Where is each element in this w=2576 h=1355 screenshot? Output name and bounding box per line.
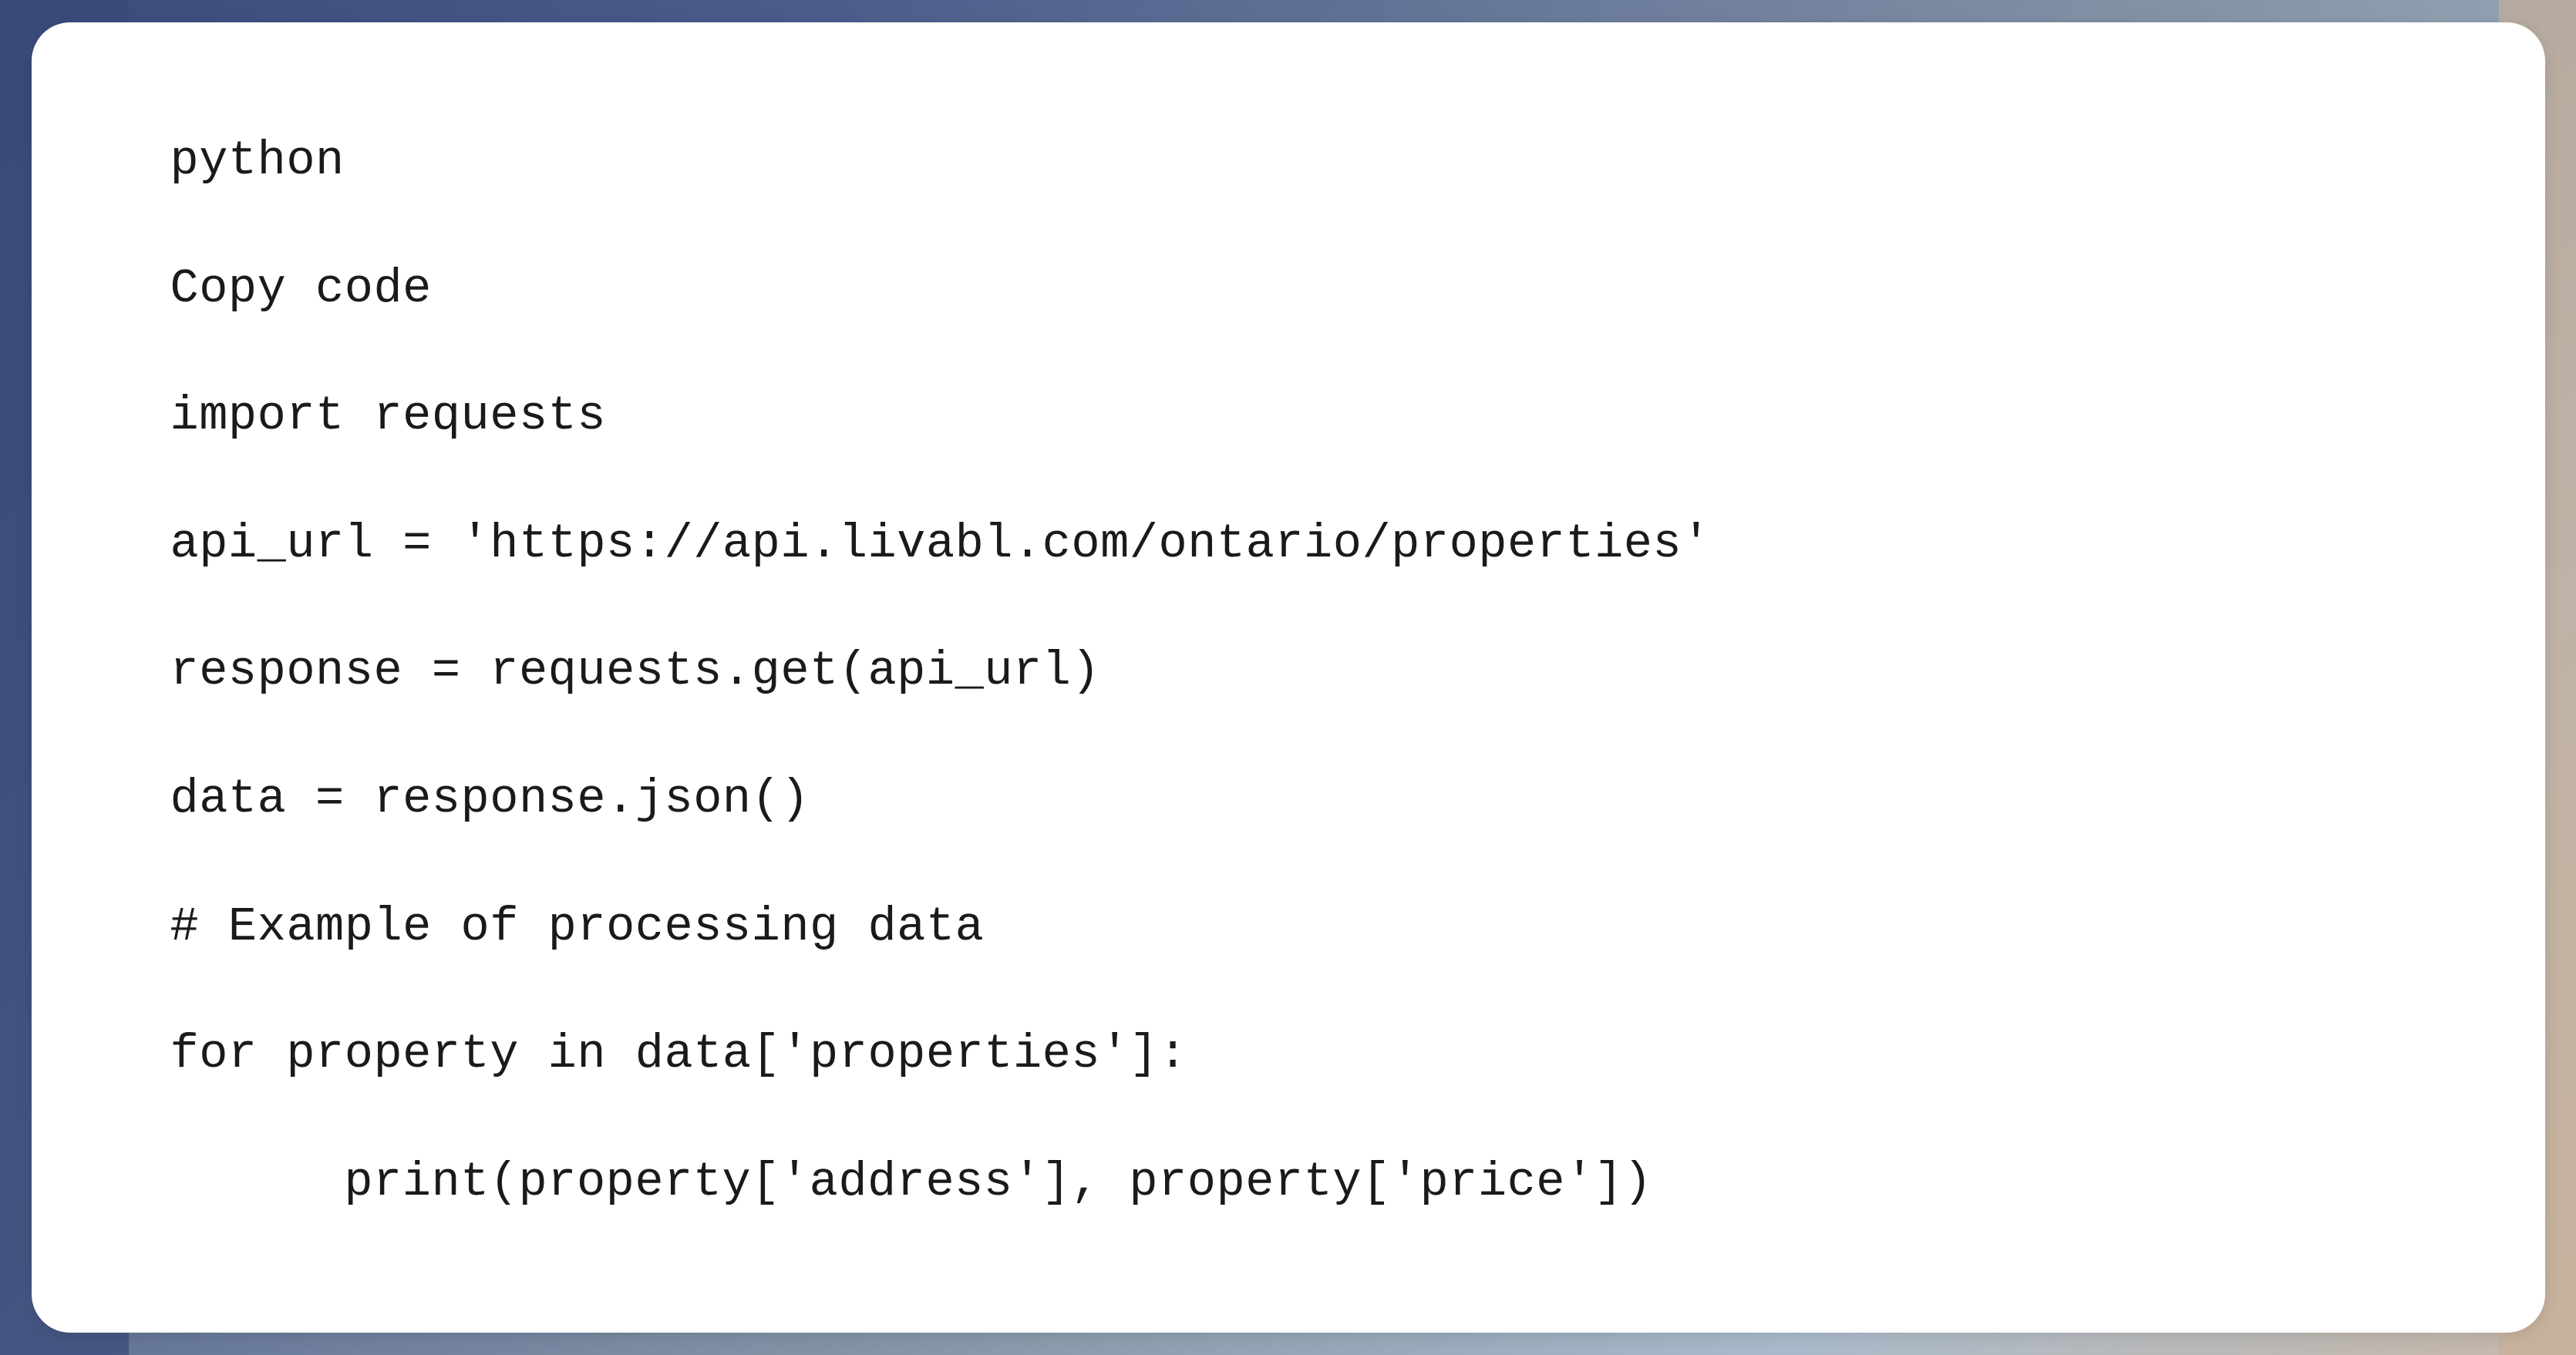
code-line-import: import requests [170, 385, 2406, 448]
code-line-data: data = response.json() [170, 768, 2406, 831]
code-line-api-url: api_url = 'https://api.livabl.com/ontari… [170, 513, 2406, 576]
code-line-comment: # Example of processing data [170, 896, 2406, 959]
code-card: python Copy code import requests api_url… [32, 22, 2545, 1333]
code-line-language: python [170, 130, 2406, 193]
code-line-response: response = requests.get(api_url) [170, 641, 2406, 703]
code-line-for-loop: for property in data['properties']: [170, 1024, 2406, 1086]
code-line-print: print(property['address'], property['pri… [170, 1152, 2406, 1214]
copy-code-label[interactable]: Copy code [170, 258, 2406, 321]
